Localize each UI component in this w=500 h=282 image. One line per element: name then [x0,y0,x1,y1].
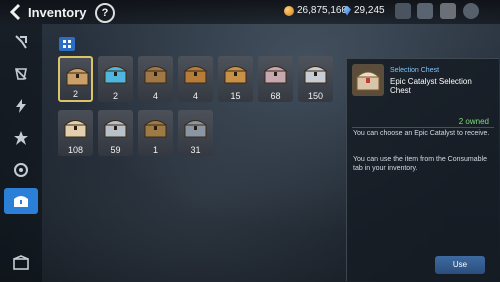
category-sidebar [0,24,42,282]
chest-icon [223,66,248,84]
sidebar-item-equipment[interactable] [9,30,33,54]
chest-icon [263,66,288,84]
item-count: 1 [152,145,158,155]
item-count: 31 [190,145,201,155]
sidebar-item-catalysts[interactable] [9,158,33,182]
chest-icon [63,120,88,138]
friends-icon[interactable] [417,3,433,19]
owned-count: 2 owned [458,117,489,126]
item-count: 4 [152,91,158,101]
storage-icon [13,255,29,270]
notification-icon[interactable] [395,3,411,19]
item-count: 68 [270,91,281,101]
item-count: 2 [72,89,78,99]
item-detail-panel: Selection Chest Epic Catalyst Selection … [346,58,499,281]
lightning-icon [16,99,26,113]
sidebar-item-storage[interactable] [9,251,33,275]
item-count: 4 [192,91,198,101]
use-button[interactable]: Use [435,256,485,274]
item-usage-hint: You can use the item from the Consumable… [353,156,487,172]
item-count: 150 [307,91,324,101]
item-name: Epic Catalyst Selection Chest [390,77,472,95]
consumable-chest-icon [14,196,28,207]
chest-icon [65,68,90,86]
top-bar: Inventory ? 26,875,160 29,245 [0,0,500,24]
material-icon [14,131,28,145]
equipment-icon [15,35,27,49]
sidebar-item-materials[interactable] [9,126,33,150]
sidebar-item-power[interactable] [9,94,33,118]
crystal-icon [343,5,351,16]
grid-view-tab[interactable] [59,37,75,51]
item-description: You can choose an Epic Catalyst to recei… [353,130,490,137]
chest-icon [183,120,208,138]
sidebar-item-artifact[interactable] [9,62,33,86]
item-count: 108 [67,145,84,155]
item-count: 2 [112,91,118,101]
gold-coin-icon [284,5,294,16]
inventory-item-slot[interactable]: 68 [258,56,293,102]
page-title: Inventory [28,5,87,20]
selected-item-icon [352,64,384,96]
inventory-item-slot[interactable]: 1 [138,110,173,156]
chest-icon [303,66,328,84]
inventory-item-slot[interactable]: 4 [178,56,213,102]
help-button[interactable]: ? [95,3,115,23]
catalyst-icon [14,163,28,177]
item-count: 15 [230,91,241,101]
artifact-icon [15,68,27,80]
inventory-item-slot[interactable]: 4 [138,56,173,102]
chest-icon [103,66,128,84]
item-category: Selection Chest [390,67,440,74]
inventory-item-slot[interactable]: 2 [58,56,93,102]
chest-icon [103,120,128,138]
item-count: 59 [110,145,121,155]
chest-icon [143,66,168,84]
inventory-item-slot[interactable]: 31 [178,110,213,156]
inventory-item-slot[interactable]: 108 [58,110,93,156]
inventory-item-slot[interactable]: 15 [218,56,253,102]
back-arrow-icon[interactable] [8,3,24,21]
gold-amount: 26,875,160 [297,5,348,16]
crystal-currency: 29,245 [343,5,385,16]
sidebar-item-consumables[interactable] [4,188,38,214]
gold-currency: 26,875,160 [284,5,347,16]
chest-icon [355,71,381,91]
mail-icon[interactable] [440,3,456,19]
inventory-item-slot[interactable]: 150 [298,56,333,102]
inventory-item-slot[interactable]: 59 [98,110,133,156]
inventory-item-slot[interactable]: 2 [98,56,133,102]
chest-icon [183,66,208,84]
divider [352,127,494,128]
menu-icon[interactable] [463,3,479,19]
crystal-amount: 29,245 [354,5,385,16]
chest-icon [143,120,168,138]
